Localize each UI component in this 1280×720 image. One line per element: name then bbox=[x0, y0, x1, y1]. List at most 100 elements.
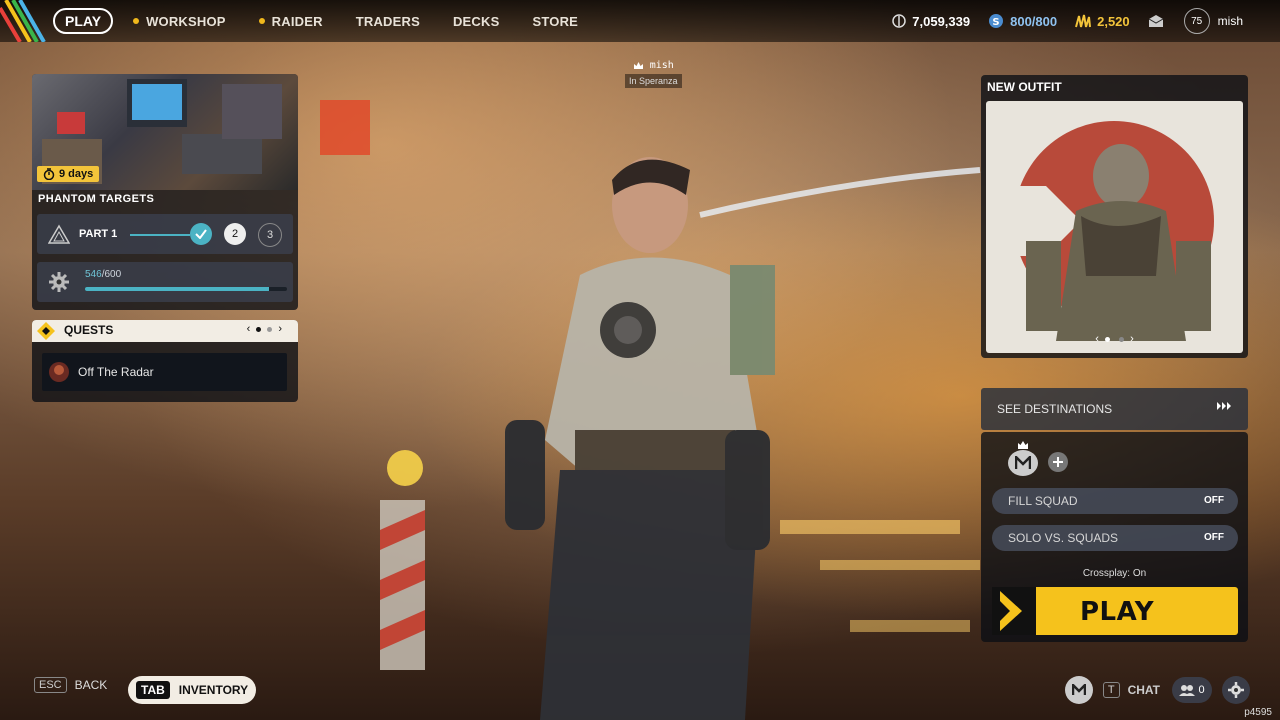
friends-icon bbox=[1179, 685, 1196, 696]
part-progress-line bbox=[130, 234, 190, 236]
checkmark-icon bbox=[195, 229, 207, 239]
nav-play-tab[interactable]: PLAY bbox=[53, 8, 114, 34]
see-destinations-button[interactable]: SEE DESTINATIONS bbox=[981, 388, 1248, 430]
gear-icon bbox=[49, 272, 69, 292]
chevron-left-icon[interactable]: ‹ bbox=[1095, 333, 1099, 345]
chevron-left-icon[interactable]: ‹ bbox=[247, 323, 251, 335]
new-outfit-panel[interactable]: NEW OUTFIT ‹ › bbox=[981, 75, 1248, 358]
esc-key: ESC bbox=[34, 677, 67, 693]
progress-text: 546/600 bbox=[85, 269, 121, 280]
event-panel[interactable]: 9 days PHANTOM TARGETS PART 1 2 3 546/60… bbox=[32, 74, 298, 310]
quest-item[interactable]: Off The Radar bbox=[42, 353, 287, 391]
chat-button[interactable]: CHAT bbox=[1128, 683, 1160, 697]
outfit-title: NEW OUTFIT bbox=[987, 80, 1062, 94]
squad-panel: FILL SQUAD OFF SOLO VS. SQUADS OFF Cross… bbox=[981, 432, 1248, 642]
settings-button[interactable] bbox=[1222, 676, 1250, 704]
quests-header: QUESTS ‹ › bbox=[32, 320, 298, 342]
character-figure bbox=[505, 157, 775, 720]
nav-decks[interactable]: DECKS bbox=[453, 14, 500, 29]
cred-value: 800/800 bbox=[1010, 13, 1058, 29]
play-button-label: PLAY bbox=[1080, 597, 1155, 627]
outfit-pager: ‹ › bbox=[986, 333, 1243, 345]
outfit-illustration bbox=[1001, 121, 1214, 341]
party-member-avatar[interactable] bbox=[1064, 676, 1093, 704]
days-label: 9 days bbox=[59, 168, 94, 180]
username[interactable]: mish bbox=[1218, 14, 1243, 28]
friends-button[interactable]: 0 bbox=[1172, 677, 1212, 703]
crown-icon bbox=[1018, 441, 1028, 449]
back-label: BACK bbox=[74, 678, 108, 692]
quests-panel: QUESTS ‹ › Off The Radar bbox=[32, 320, 298, 402]
inventory-button[interactable]: TAB INVENTORY bbox=[128, 676, 256, 704]
svg-text:S: S bbox=[993, 17, 1000, 28]
solo-vs-squads-label: SOLO VS. SQUADS bbox=[1008, 531, 1119, 545]
days-remaining-badge: 9 days bbox=[37, 166, 100, 182]
nav-workshop-label: WORKSHOP bbox=[146, 13, 226, 29]
quests-pager: ‹ › bbox=[247, 323, 282, 335]
nav-store[interactable]: STORE bbox=[532, 14, 578, 29]
event-part-row[interactable]: PART 1 2 3 bbox=[37, 214, 293, 254]
progress-current: 546 bbox=[85, 269, 102, 280]
player-level-badge[interactable]: 75 bbox=[1183, 8, 1210, 34]
play-chevron-icon bbox=[992, 587, 1036, 635]
cred-display[interactable]: S 800/800 bbox=[988, 13, 1057, 29]
coins-display[interactable]: 7,059,339 bbox=[892, 14, 970, 29]
mail-icon[interactable] bbox=[1148, 14, 1164, 28]
coins-value: 7,059,339 bbox=[912, 13, 971, 29]
m-emblem-icon bbox=[1015, 456, 1031, 469]
nav-store-label: STORE bbox=[532, 13, 579, 29]
crown-icon bbox=[633, 62, 643, 69]
squad-member-avatar[interactable] bbox=[1008, 450, 1038, 476]
nav-traders-label: TRADERS bbox=[355, 13, 420, 29]
coin-icon bbox=[892, 14, 907, 28]
rainbow-stripes-logo bbox=[0, 0, 46, 42]
chevron-right-icon[interactable]: › bbox=[278, 323, 282, 335]
raider-token-display[interactable]: 2,520 bbox=[1075, 14, 1130, 29]
nametag-row: mish bbox=[625, 60, 682, 71]
event-title: PHANTOM TARGETS bbox=[38, 193, 155, 205]
m-emblem-icon bbox=[1071, 684, 1086, 695]
build-version: p4595 bbox=[1244, 707, 1272, 718]
nav-decks-label: DECKS bbox=[452, 13, 500, 29]
play-button[interactable]: PLAY bbox=[992, 587, 1238, 635]
nametag-location: In Speranza bbox=[625, 74, 682, 88]
part-label: PART 1 bbox=[79, 228, 118, 240]
nav-workshop[interactable]: WORKSHOP bbox=[133, 14, 226, 29]
nav-raider[interactable]: RAIDER bbox=[258, 13, 323, 29]
solo-vs-squads-toggle[interactable]: SOLO VS. SQUADS OFF bbox=[992, 525, 1238, 551]
step-2: 2 bbox=[224, 223, 246, 245]
raider-token-icon bbox=[1075, 14, 1092, 28]
add-squad-member-button[interactable] bbox=[1048, 452, 1068, 472]
triple-chevron-right-icon bbox=[1217, 402, 1231, 410]
fill-squad-value: OFF bbox=[1204, 495, 1224, 506]
top-bar: PLAY WORKSHOP RAIDER TRADERS DECKS STORE… bbox=[0, 0, 1280, 42]
progress-bar bbox=[85, 287, 287, 291]
player-nametag: mish In Speranza bbox=[625, 60, 682, 88]
tab-key: TAB bbox=[136, 681, 170, 699]
quests-title: QUESTS bbox=[64, 323, 114, 337]
nametag-name: mish bbox=[649, 60, 674, 71]
friends-count: 0 bbox=[1198, 684, 1205, 696]
pager-dot-active bbox=[1104, 337, 1110, 342]
main-nav: PLAY WORKSHOP RAIDER TRADERS DECKS STORE bbox=[53, 8, 611, 34]
step-1-complete bbox=[190, 223, 212, 245]
chevron-right-icon[interactable]: › bbox=[1130, 333, 1134, 345]
progress-bar-fill bbox=[85, 287, 269, 291]
fill-squad-label: FILL SQUAD bbox=[1008, 494, 1078, 508]
nav-raider-label: RAIDER bbox=[271, 13, 323, 29]
quest-giver-avatar-icon bbox=[49, 362, 69, 382]
destinations-label: SEE DESTINATIONS bbox=[997, 402, 1113, 416]
pager-dot bbox=[1119, 337, 1125, 342]
event-progress-row[interactable]: 546/600 bbox=[37, 262, 293, 302]
nav-traders[interactable]: TRADERS bbox=[356, 14, 420, 29]
t-key: T bbox=[1102, 682, 1120, 698]
fill-squad-toggle[interactable]: FILL SQUAD OFF bbox=[992, 488, 1238, 514]
stopwatch-icon bbox=[43, 168, 55, 180]
pager-dot-active bbox=[256, 326, 262, 332]
triangle-icon bbox=[48, 224, 70, 244]
cred-icon: S bbox=[989, 14, 1004, 28]
quest-diamond-icon bbox=[37, 322, 55, 340]
back-hint[interactable]: ESC BACK bbox=[34, 677, 107, 693]
inventory-label: INVENTORY bbox=[178, 683, 249, 697]
gear-icon bbox=[1228, 682, 1244, 698]
